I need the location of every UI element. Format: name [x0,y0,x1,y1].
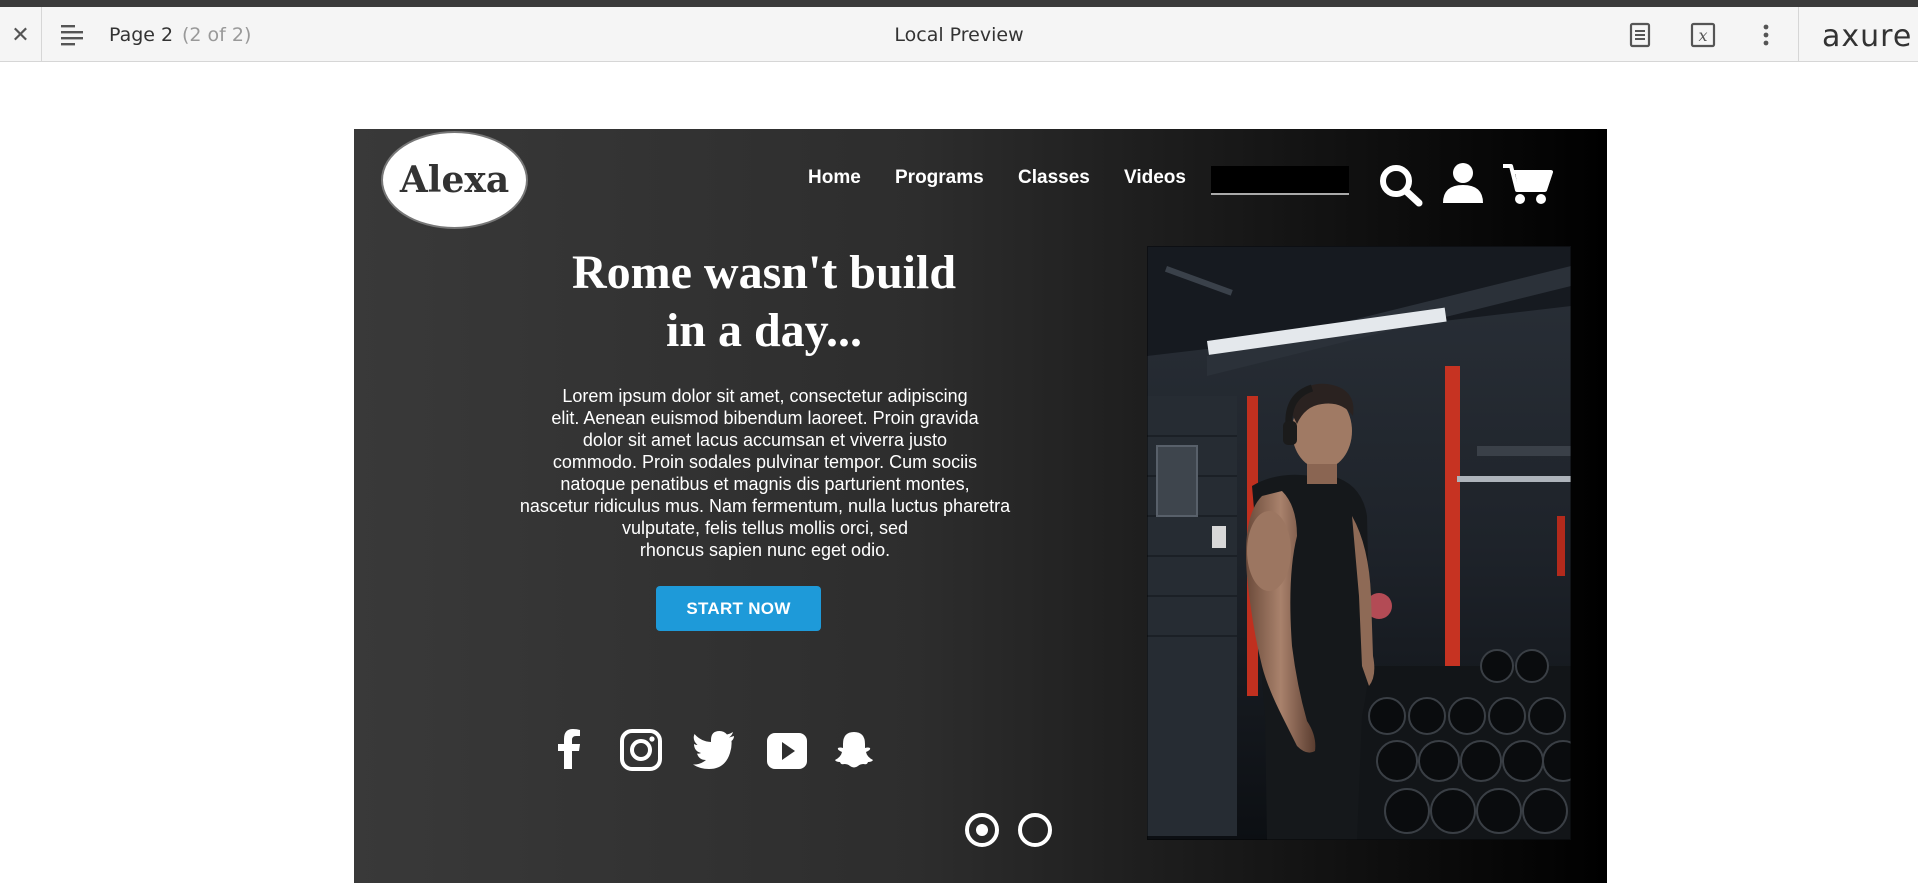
instagram-icon[interactable] [619,729,663,771]
youtube-icon[interactable] [765,729,809,771]
body-line: dolor sit amet lacus accumsan et viverra… [582,430,948,450]
axure-logo[interactable]: axure [1822,19,1912,54]
toolbar-divider [1798,7,1799,62]
nav-programs[interactable]: Programs [895,167,984,189]
close-icon: ✕ [11,21,30,47]
close-button[interactable]: ✕ [0,7,42,62]
start-now-button[interactable]: START NOW [656,586,821,631]
menu-icon[interactable] [60,23,86,47]
more-options-icon[interactable] [1752,21,1780,49]
search-input[interactable] [1211,166,1349,195]
body-line: natoque penatibus et magnis dis parturie… [560,474,970,494]
prototype-page: Alexa Home Programs Classes Videos Rome … [354,129,1607,883]
preview-toolbar: ✕ Page 2 (2 of 2) Local Preview x axure [0,7,1918,62]
nav-videos[interactable]: Videos [1124,167,1186,189]
nav-home[interactable]: Home [808,167,861,189]
body-line: Lorem ipsum dolor sit amet, consectetur … [562,386,968,406]
search-icon[interactable] [1378,163,1424,207]
notes-icon[interactable] [1626,21,1654,49]
facebook-icon[interactable] [550,729,592,771]
body-line: rhoncus sapien nunc eget odio. [639,540,891,560]
svg-text:x: x [1698,26,1707,45]
body-line: nascetur ridiculus mus. Nam fermentum, n… [519,496,1011,516]
hero-headline: Rome wasn't build in a day... [514,244,1014,360]
headline-line-2: in a day... [665,304,863,357]
site-logo[interactable]: Alexa [381,131,528,229]
page-label[interactable]: Page 2 [109,24,173,46]
snapchat-icon[interactable] [834,729,874,771]
user-icon[interactable] [1441,161,1485,205]
hero-body-text: Lorem ipsum dolor sit amet, consectetur … [494,385,1036,561]
twitter-icon[interactable] [692,729,736,771]
cart-icon[interactable] [1501,162,1553,206]
gym-athlete-photo [1147,246,1571,840]
body-line: elit. Aenean euismod bibendum laoreet. P… [551,408,979,428]
body-line: vulputate, felis tellus mollis orci, sed [621,518,909,538]
nav-classes[interactable]: Classes [1018,167,1090,189]
variables-icon[interactable]: x [1689,21,1717,49]
headline-line-1: Rome wasn't build [571,246,957,299]
carousel-dot-2[interactable] [1018,813,1052,847]
body-line: commodo. Proin sodales pulvinar tempor. … [552,452,978,472]
window-top-strip [0,0,1918,7]
logo-text: Alexa [399,159,510,201]
page-count: (2 of 2) [182,24,252,46]
carousel-dot-1[interactable] [965,813,999,847]
